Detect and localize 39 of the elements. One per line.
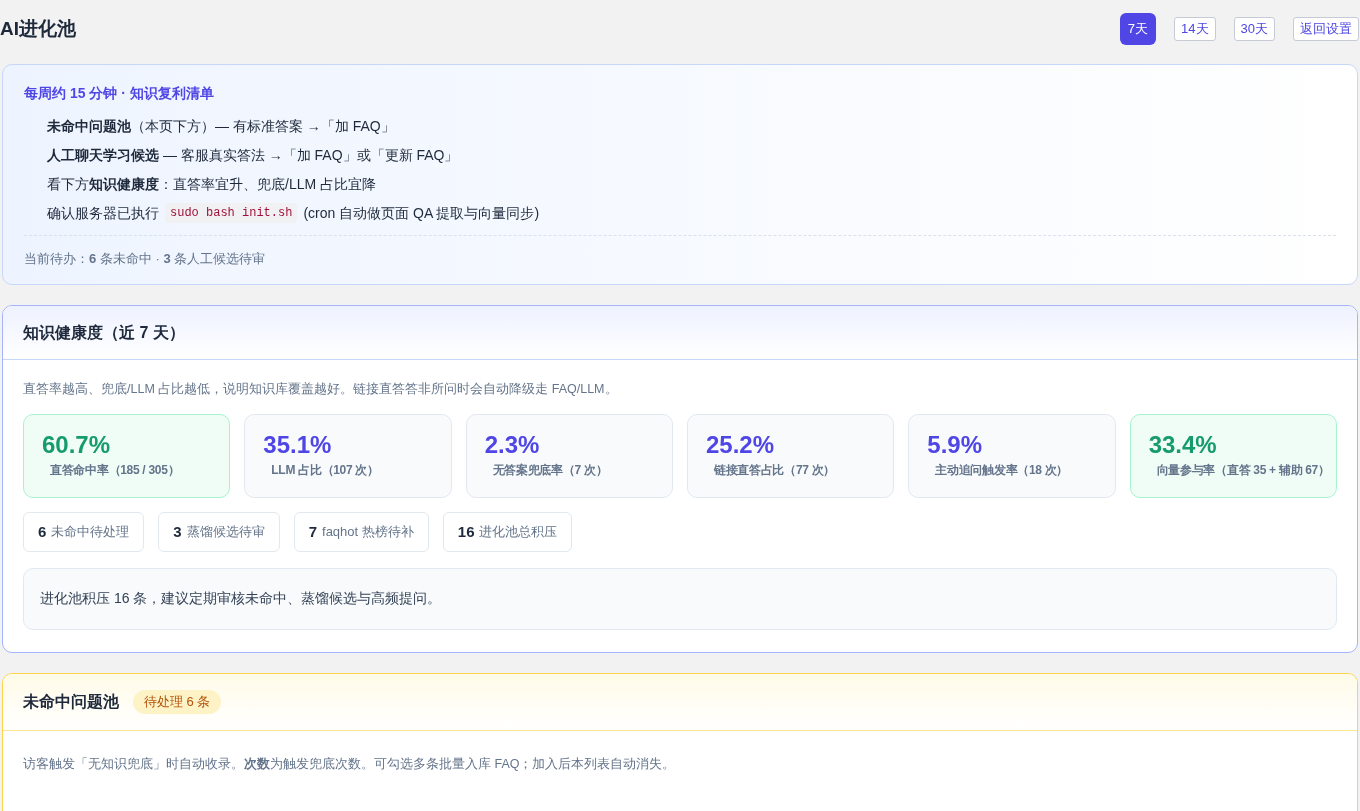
- page-title: AI进化池: [0, 16, 76, 41]
- section-description: 访客触发「无知识兜底」时自动收录。次数为触发兜底次数。可勾选多条批量入库 FAQ；加入后本列表自动消失。: [23, 756, 676, 771]
- count-label: faqhot 热榜待补: [322, 523, 414, 541]
- pending-badge: 待处理 6 条: [133, 690, 222, 714]
- checklist-heading: 每周约 15 分钟 · 知识复利清单: [24, 84, 215, 103]
- count-number: 6: [38, 521, 47, 542]
- count-number: 16: [457, 521, 475, 542]
- checklist-item: 人工聊天学习候选 — 客服真实答法 →「加 FAQ」或「更新 FAQ」: [47, 145, 459, 165]
- metric-label: 向量参与率（直答 35 + 辅助 67）: [1155, 461, 1331, 479]
- metric-value: 5.9%: [927, 430, 984, 459]
- checklist-note: (cron 自动做页面 QA 提取与向量同步): [303, 203, 540, 223]
- pending-summary: 当前待办：6 条未命中 · 3 条人工候选待审: [24, 251, 266, 266]
- back-button[interactable]: 返回设置: [1293, 17, 1359, 41]
- count-label: 蒸馏候选待审: [186, 523, 265, 541]
- count-number: 7: [308, 521, 318, 542]
- metric-label: 无答案兜底率（7 次）: [491, 461, 609, 479]
- checklist-item: 未命中问题池（本页下方）— 有标准答案 →「加 FAQ」: [47, 116, 395, 136]
- notice-text: 进化池积压 16 条，建议定期审核未命中、蒸馏候选与高频提问。: [40, 589, 442, 609]
- code-snippet: sudo bash init.sh: [165, 203, 298, 223]
- metric-value: 35.1%: [263, 430, 333, 459]
- metric-value: 33.4%: [1148, 430, 1218, 459]
- count-label: 进化池总积压: [479, 523, 558, 541]
- metric-value: 25.2%: [706, 430, 776, 459]
- section-title: 知识健康度（近 7 天）: [23, 322, 185, 343]
- range-tab[interactable]: 30天: [1233, 17, 1275, 41]
- section-title: 未命中问题池: [23, 691, 119, 712]
- metric-label: 链接直答占比（77 次）: [713, 461, 837, 479]
- checklist-item: 确认服务器已执行: [47, 203, 159, 223]
- range-tab[interactable]: 14天: [1174, 17, 1216, 41]
- metric-label: 主动追问触发率（18 次）: [934, 461, 1070, 479]
- section-description: 直答率越高、兜底/LLM 占比越低，说明知识库覆盖越好。链接直答答非所问时会自动降级走 FAQ/LLM。: [23, 381, 619, 398]
- metric-label: LLM 占比（107 次）: [270, 461, 380, 479]
- metric-value: 2.3%: [484, 430, 541, 459]
- count-label: 未命中待处理: [51, 523, 130, 541]
- range-tab[interactable]: 7天: [1119, 13, 1157, 45]
- metric-label: 直答命中率（185 / 305）: [49, 461, 181, 479]
- count-number: 3: [173, 521, 182, 542]
- checklist-item: 看下方知识健康度：直答率宜升、兜底/LLM 占比宜降: [47, 174, 376, 194]
- metric-value: 60.7%: [42, 430, 112, 459]
